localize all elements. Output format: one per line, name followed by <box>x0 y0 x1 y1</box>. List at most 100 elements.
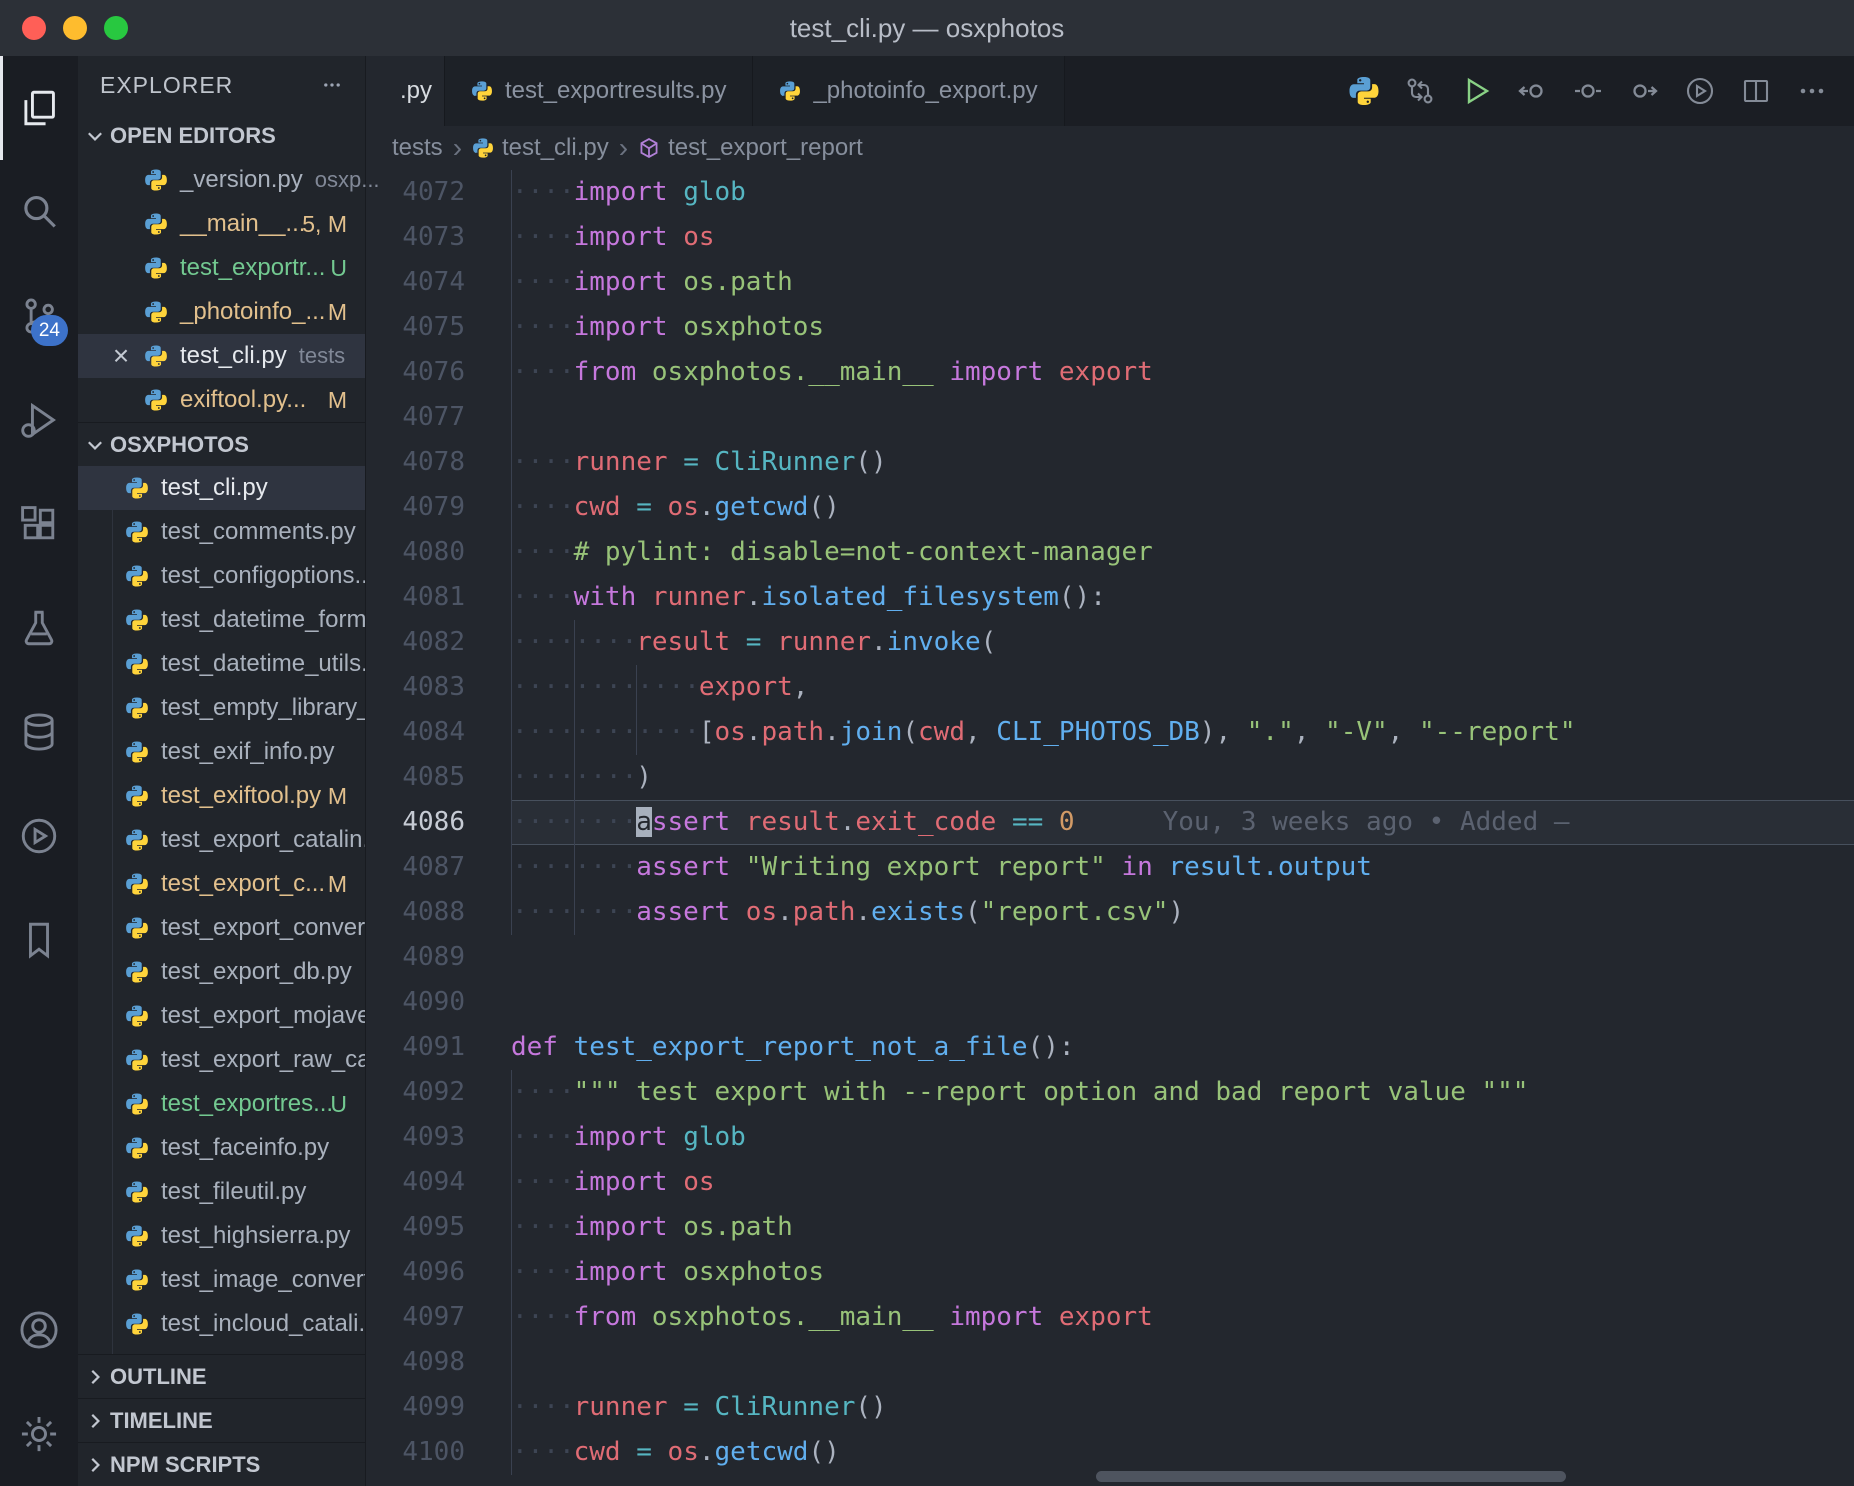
section-npm-scripts[interactable]: NPM SCRIPTS <box>78 1442 365 1486</box>
file-tree-item[interactable]: test_comments.py <box>78 510 365 554</box>
file-tree-item[interactable]: test_datetime_utils.... <box>78 642 365 686</box>
file-tree-item[interactable]: test_exportres...U <box>78 1082 365 1126</box>
file-tree-item[interactable]: test_datetime_form... <box>78 598 365 642</box>
activity-bookmark[interactable] <box>0 888 78 992</box>
code-line: 4073····import os <box>366 215 1854 260</box>
open-editor-item[interactable]: _photoinfo_...M <box>78 290 365 334</box>
code-token: ( <box>902 717 918 747</box>
section-timeline[interactable]: TIMELINE <box>78 1398 365 1442</box>
code-token: ) <box>636 762 652 792</box>
code-token: import <box>574 1212 668 1242</box>
file-tree-item[interactable]: test_export_raw_ca... <box>78 1038 365 1082</box>
code-token: , <box>1294 717 1325 747</box>
zoom-window-button[interactable] <box>104 16 128 40</box>
git-compare-icon[interactable] <box>1404 75 1436 107</box>
code-token: ), <box>1200 717 1247 747</box>
code-token: os.path <box>683 1212 793 1242</box>
close-window-button[interactable] <box>22 16 46 40</box>
run-circle-icon[interactable] <box>1684 75 1716 107</box>
activity-search[interactable] <box>0 160 78 264</box>
python-icon <box>144 344 168 368</box>
indent-guide: ···· <box>511 305 574 350</box>
code-token: import <box>574 267 668 297</box>
activity-database[interactable] <box>0 680 78 784</box>
open-editor-item[interactable]: ×test_cli.pytests <box>78 334 365 378</box>
code-token <box>934 1302 950 1332</box>
code-token <box>996 807 1012 837</box>
activity-account[interactable] <box>0 1278 78 1382</box>
breadcrumb-label: tests <box>392 134 443 162</box>
file-tree-item[interactable]: test_export_mojave... <box>78 994 365 1038</box>
open-editor-name: _photoinfo_... <box>180 298 325 326</box>
tab-py[interactable]: .py <box>366 56 445 126</box>
code-token <box>621 1437 637 1467</box>
activity-source-control[interactable]: 24 <box>0 264 78 368</box>
activity-bar: 24 <box>0 56 78 1486</box>
file-tree-item[interactable]: test_configoptions.... <box>78 554 365 598</box>
file-tree-item[interactable]: test_fileutil.py <box>78 1170 365 1214</box>
code-token: . <box>871 627 887 657</box>
section-open-editors[interactable]: OPEN EDITORS <box>78 114 365 158</box>
indent-guide: ···· <box>511 890 574 935</box>
indent-guide: ···· <box>511 1385 574 1430</box>
open-editor-item[interactable]: exiftool.py...M <box>78 378 365 422</box>
file-name: test_export_mojave... <box>161 1002 365 1030</box>
code-token: osxphotos.__main__ <box>652 357 934 387</box>
file-tree-item[interactable]: test_highsierra.py <box>78 1214 365 1258</box>
file-tree-item[interactable]: test_export_db.py <box>78 950 365 994</box>
file-tree-item[interactable]: test_export_c...M <box>78 862 365 906</box>
activity-explorer[interactable] <box>0 56 78 160</box>
line-number: 4079 <box>366 485 511 530</box>
code-editor[interactable]: 4072····import glob4073····import os4074… <box>366 170 1854 1486</box>
split-editor-icon[interactable] <box>1740 75 1772 107</box>
file-tree-item[interactable]: test_exiftool.pyM <box>78 774 365 818</box>
code-token <box>730 627 746 657</box>
code-token <box>699 447 715 477</box>
activity-extensions[interactable] <box>0 472 78 576</box>
indent-guide: ···· <box>511 260 574 305</box>
code-token: import <box>574 222 668 252</box>
file-tree-item[interactable]: test_exif_info.py <box>78 730 365 774</box>
horizontal-scrollbar[interactable] <box>1096 1471 1566 1482</box>
file-name: test_comments.py <box>161 518 356 546</box>
code-token: os <box>668 1437 699 1467</box>
text-cursor: a <box>636 807 652 837</box>
breadcrumb-item[interactable]: test_cli.py <box>472 134 609 162</box>
close-icon[interactable]: × <box>108 340 134 372</box>
activity-testing[interactable] <box>0 576 78 680</box>
more-actions-icon[interactable] <box>1796 75 1828 107</box>
file-tree-item[interactable]: test_image_convert... <box>78 1258 365 1302</box>
file-tree-item[interactable]: test_incloud_catali... <box>78 1302 365 1346</box>
code-token: cwd <box>574 492 621 522</box>
breadcrumb-item[interactable]: tests <box>392 134 443 162</box>
file-tree-item[interactable]: test_export_conver... <box>78 906 365 950</box>
tab-_photoinfo_exportpy[interactable]: _photoinfo_export.py <box>753 56 1064 126</box>
python-icon[interactable] <box>1348 75 1380 107</box>
file-name: test_exiftool.py <box>161 782 321 810</box>
activity-settings[interactable] <box>0 1382 78 1486</box>
file-tree-item[interactable]: test_empty_library_... <box>78 686 365 730</box>
file-name: test_highsierra.py <box>161 1222 350 1250</box>
python-icon <box>144 388 168 412</box>
minimize-window-button[interactable] <box>63 16 87 40</box>
activity-run-debug[interactable] <box>0 368 78 472</box>
line-content <box>511 935 1854 980</box>
open-editor-item[interactable]: _version.pyosxp... <box>78 158 365 202</box>
activity-play-circle[interactable] <box>0 784 78 888</box>
step-forward-icon[interactable] <box>1628 75 1660 107</box>
step-back-icon[interactable] <box>1516 75 1548 107</box>
section-project[interactable]: OSXPHOTOS <box>78 422 365 466</box>
run-icon[interactable] <box>1460 75 1492 107</box>
breadcrumb-item[interactable]: test_export_report <box>638 134 863 162</box>
file-tree-item[interactable]: test_export_catalin... <box>78 818 365 862</box>
open-editor-item[interactable]: __main__...5, M <box>78 202 365 246</box>
more-actions-icon[interactable] <box>321 74 343 96</box>
section-outline[interactable]: OUTLINE <box>78 1354 365 1398</box>
code-token: import <box>574 1257 668 1287</box>
tab-test_exportresultspy[interactable]: test_exportresults.py <box>445 56 753 126</box>
open-editor-item[interactable]: test_exportr...U <box>78 246 365 290</box>
record-icon[interactable] <box>1572 75 1604 107</box>
file-tree-item[interactable]: test_cli.py <box>78 466 365 510</box>
file-tree-item[interactable]: test_faceinfo.py <box>78 1126 365 1170</box>
line-number: 4076 <box>366 350 511 395</box>
